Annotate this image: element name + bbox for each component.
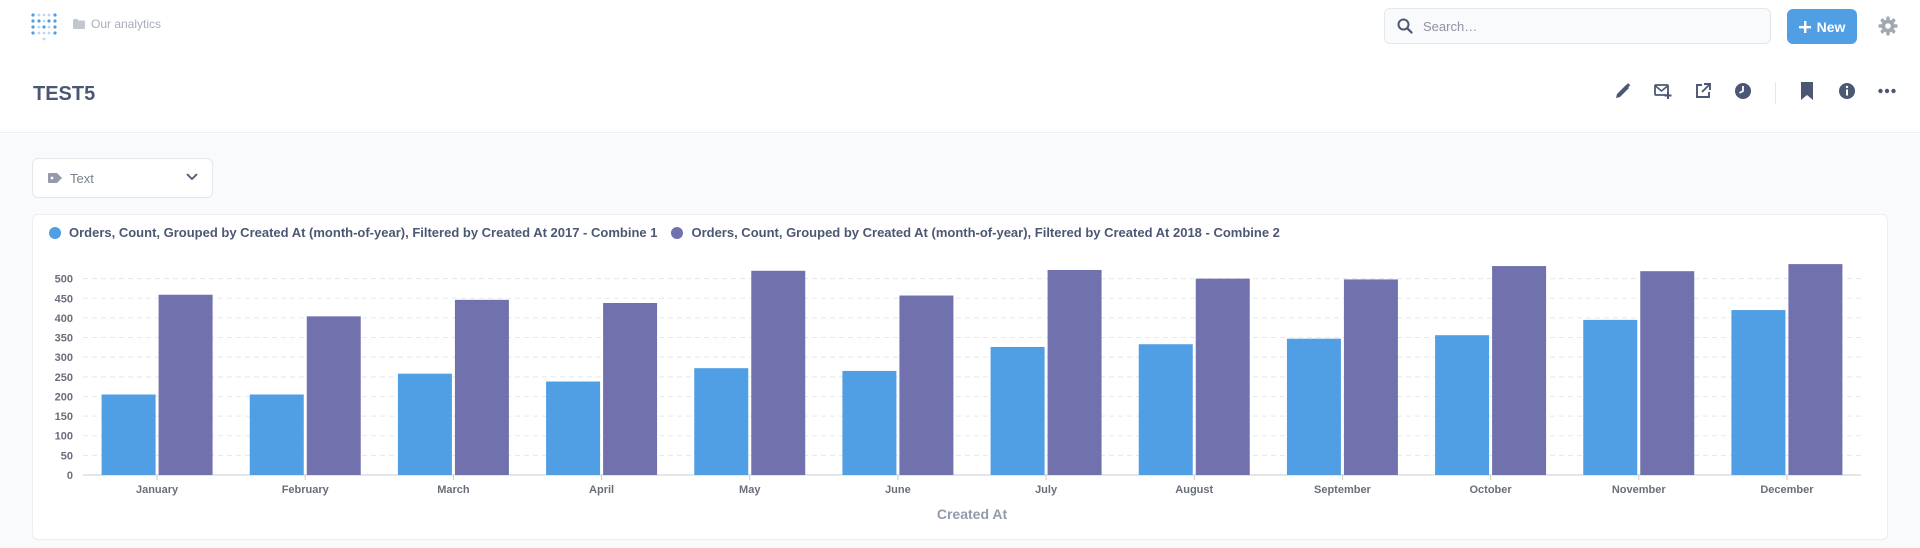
- y-tick-label: 400: [55, 313, 73, 325]
- bar-series-1[interactable]: [1286, 338, 1341, 475]
- x-tick-label: October: [1469, 484, 1512, 496]
- x-tick-label: December: [1760, 484, 1814, 496]
- chart-card: Orders, Count, Grouped by Created At (mo…: [32, 214, 1888, 540]
- x-tick-label: November: [1612, 484, 1667, 496]
- bar-series-1[interactable]: [990, 346, 1045, 475]
- y-tick-label: 150: [55, 411, 73, 423]
- y-tick-label: 500: [55, 274, 73, 286]
- history-icon[interactable]: [1732, 80, 1754, 102]
- y-tick-label: 450: [55, 293, 73, 305]
- y-tick-label: 50: [61, 450, 73, 462]
- gear-icon[interactable]: [1877, 15, 1899, 37]
- share-icon[interactable]: [1692, 80, 1714, 102]
- x-axis-title: Created At: [937, 506, 1008, 522]
- bar-series-2[interactable]: [1492, 266, 1547, 475]
- header-divider: [1775, 82, 1776, 104]
- search-bar[interactable]: [1384, 8, 1771, 44]
- top-nav: Our analytics New: [0, 0, 1920, 50]
- bar-chart: 0 50 100 150 200 250 300 350 400 450 500 January Feb…: [55, 264, 1861, 522]
- x-tick-label: March: [437, 484, 470, 496]
- bar-series-2[interactable]: [1343, 279, 1398, 475]
- bar-series-1[interactable]: [101, 394, 156, 475]
- bar-series-1[interactable]: [842, 370, 897, 475]
- bar-series-2[interactable]: [899, 295, 954, 475]
- y-tick-label: 200: [55, 391, 73, 403]
- metabase-logo-icon[interactable]: [30, 11, 58, 41]
- y-tick-label: 250: [55, 372, 73, 384]
- bar-series-2[interactable]: [1640, 271, 1695, 475]
- bar-series-2[interactable]: [751, 270, 806, 475]
- folder-icon: [73, 19, 85, 29]
- bookmark-icon[interactable]: [1796, 80, 1818, 102]
- bar-series-2[interactable]: [603, 302, 658, 475]
- new-button-label: New: [1816, 18, 1846, 35]
- edit-icon[interactable]: [1612, 80, 1634, 102]
- bar-series-2[interactable]: [454, 299, 509, 475]
- x-tick-label: July: [1035, 484, 1058, 496]
- bar-series-1[interactable]: [546, 381, 601, 475]
- plus-icon: [1798, 20, 1811, 33]
- bar-series-1[interactable]: [1583, 319, 1638, 475]
- question-header: TEST5: [0, 50, 1920, 133]
- breadcrumb-label: Our analytics: [91, 17, 162, 31]
- y-tick-label: 350: [55, 333, 73, 345]
- bar-series-1[interactable]: [397, 373, 452, 475]
- bar-series-2[interactable]: [306, 316, 361, 475]
- bar-series-2[interactable]: [1047, 269, 1102, 475]
- bar-series-1[interactable]: [1435, 335, 1490, 475]
- bar-series-1[interactable]: [1731, 310, 1786, 475]
- x-tick-label: January: [136, 484, 179, 496]
- page-title[interactable]: TEST5: [33, 83, 95, 106]
- filter-label: Text: [70, 170, 94, 186]
- y-tick-label: 300: [55, 352, 73, 364]
- bar-series-1[interactable]: [249, 394, 304, 475]
- bar-series-2[interactable]: [158, 294, 213, 475]
- more-options-icon[interactable]: [1876, 80, 1898, 102]
- search-input[interactable]: [1423, 18, 1743, 34]
- text-filter[interactable]: Text: [32, 158, 213, 198]
- y-tick-label: 0: [67, 470, 73, 482]
- bar-series-1[interactable]: [1138, 344, 1193, 475]
- x-tick-label: February: [282, 484, 330, 496]
- tag-icon: [48, 173, 62, 183]
- search-icon: [1397, 18, 1413, 34]
- chevron-down-icon: [186, 173, 198, 181]
- x-tick-label: June: [885, 484, 911, 496]
- x-tick-label: August: [1175, 484, 1213, 496]
- subscription-icon[interactable]: [1652, 80, 1674, 102]
- dashboard-content: Text Orders, Count, Grouped by Created A…: [0, 134, 1920, 548]
- info-icon[interactable]: [1836, 80, 1858, 102]
- bar-series-2[interactable]: [1788, 264, 1843, 475]
- new-button[interactable]: New: [1787, 9, 1857, 44]
- x-tick-label: September: [1314, 484, 1372, 496]
- breadcrumb[interactable]: Our analytics: [73, 17, 161, 31]
- x-tick-label: May: [739, 484, 761, 496]
- y-tick-label: 100: [55, 431, 73, 443]
- bar-series-1[interactable]: [694, 368, 749, 475]
- bar-series-2[interactable]: [1195, 278, 1250, 475]
- x-tick-label: April: [589, 484, 614, 496]
